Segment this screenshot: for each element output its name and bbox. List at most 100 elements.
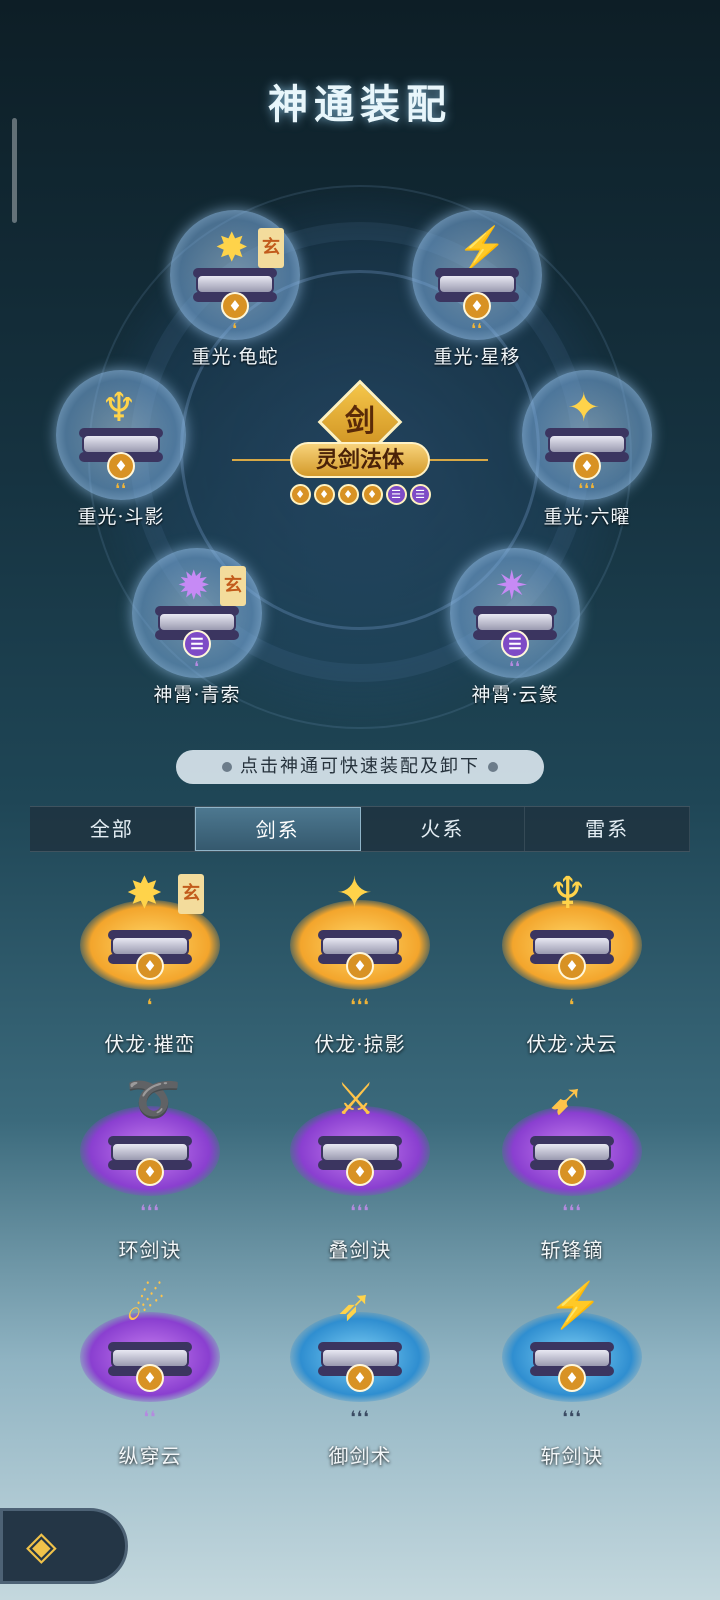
skill-effect-icon: ⚡ bbox=[457, 225, 507, 271]
grade-badge-icon: ☰ bbox=[501, 630, 529, 658]
power-drops: ❛ bbox=[194, 658, 200, 676]
power-drops: ❛❛ bbox=[143, 1408, 157, 1428]
tab-thunder[interactable]: 雷系 bbox=[525, 807, 690, 851]
power-drops: ❛❛ bbox=[509, 658, 521, 676]
center-badge-1-icon: ♦ bbox=[313, 484, 335, 505]
skill-effect-icon: ➹ bbox=[548, 1074, 585, 1125]
power-drops: ❛ bbox=[568, 996, 576, 1016]
skill-effect-icon: ⚡ bbox=[548, 1280, 603, 1331]
skill-effect-icon: ✦ bbox=[336, 868, 373, 919]
power-drops: ❛❛❛ bbox=[140, 1202, 160, 1222]
power-drops: ❛❛❛ bbox=[578, 480, 596, 498]
skill-effect-icon: ✸ bbox=[215, 225, 249, 271]
grade-badge-icon: ♦ bbox=[346, 1364, 374, 1392]
hint-dot-right-icon bbox=[488, 762, 498, 772]
scroll-icon bbox=[438, 274, 516, 294]
skill-effect-icon: ♆ bbox=[101, 385, 137, 431]
skill-effect-icon: ✹ bbox=[177, 563, 211, 609]
skill-effect-icon: ➰ bbox=[126, 1074, 181, 1125]
skill-label: 伏龙·决云 bbox=[526, 1032, 618, 1056]
skill-effect-icon: ♆ bbox=[548, 868, 588, 919]
grade-badge-icon: ♦ bbox=[346, 1158, 374, 1186]
skill-card-2[interactable]: ♆ ♦ ❛ 伏龙·决云 bbox=[482, 860, 662, 1060]
center-symbol: 剑 bbox=[345, 404, 375, 439]
power-drops: ❛❛❛ bbox=[350, 1408, 370, 1428]
grade-badge-icon: ☰ bbox=[183, 630, 211, 658]
wheel-slot-label: 神霄·青索 bbox=[153, 684, 241, 706]
center-ornament-right bbox=[428, 459, 488, 461]
skill-card-0[interactable]: ✸ ♦ ❛ 玄伏龙·摧峦 bbox=[60, 860, 240, 1060]
skill-label: 环剑诀 bbox=[118, 1238, 182, 1262]
hint-bar: 点击神通可快速装配及卸下 bbox=[176, 750, 544, 784]
element-tabs: 全部 剑系 火系 雷系 bbox=[30, 806, 690, 852]
skill-effect-icon: ✷ bbox=[495, 563, 529, 609]
grade-badge-icon: ♦ bbox=[221, 292, 249, 320]
scroll-icon bbox=[196, 274, 274, 294]
scroll-icon bbox=[476, 612, 554, 632]
scroll-icon bbox=[548, 434, 626, 454]
hint-dot-left-icon bbox=[222, 762, 232, 772]
skill-card-6[interactable]: ☄ ♦ ❛❛ 纵穿云 bbox=[60, 1272, 240, 1472]
body-type-name[interactable]: 灵剑法体 bbox=[290, 442, 430, 478]
power-drops: ❛❛❛ bbox=[350, 1202, 370, 1222]
grade-badge-icon: ♦ bbox=[558, 1158, 586, 1186]
power-drops: ❛❛❛ bbox=[350, 996, 370, 1016]
page-title: 神通装配 bbox=[268, 81, 452, 128]
grade-badge-icon: ♦ bbox=[107, 452, 135, 480]
back-button[interactable] bbox=[0, 1508, 128, 1584]
scroll-indicator[interactable] bbox=[12, 118, 17, 223]
center-badge-row: ♦ ♦ ♦ ♦ ☰ ☰ bbox=[286, 484, 434, 506]
grade-badge-icon: ♦ bbox=[573, 452, 601, 480]
skill-label: 斩剑诀 bbox=[540, 1444, 604, 1468]
power-drops: ❛ bbox=[146, 996, 154, 1016]
skill-effect-icon: ➶ bbox=[336, 1280, 373, 1331]
wheel-slot-label: 重光·星移 bbox=[433, 346, 521, 368]
center-badge-0-icon: ♦ bbox=[289, 484, 311, 505]
skill-effect-icon: ✦ bbox=[567, 385, 601, 431]
grade-badge-icon: ♦ bbox=[558, 952, 586, 980]
xuan-tag: 玄 bbox=[178, 874, 204, 914]
center-badge-3-icon: ♦ bbox=[361, 484, 383, 505]
wheel-slot-label: 重光·龟蛇 bbox=[191, 346, 279, 368]
wheel-slot-label: 重光·六曜 bbox=[543, 506, 631, 528]
hint-text: 点击神通可快速装配及卸下 bbox=[240, 756, 480, 777]
center-ornament-left bbox=[232, 459, 292, 461]
scroll-icon bbox=[158, 612, 236, 632]
wheel-slot-label: 神霄·云篆 bbox=[471, 684, 559, 706]
center-badge-5-icon: ☰ bbox=[409, 484, 431, 505]
grade-badge-icon: ♦ bbox=[558, 1364, 586, 1392]
skill-card-4[interactable]: ⚔ ♦ ❛❛❛ 叠剑诀 bbox=[270, 1066, 450, 1266]
skill-label: 纵穿云 bbox=[118, 1444, 182, 1468]
power-drops: ❛❛ bbox=[471, 320, 483, 338]
back-arrow-icon: ◈ bbox=[26, 1522, 57, 1569]
power-drops: ❛ bbox=[232, 320, 238, 338]
skill-label: 斩锋镝 bbox=[540, 1238, 604, 1262]
scroll-icon bbox=[82, 434, 160, 454]
power-drops: ❛❛❛ bbox=[562, 1202, 582, 1222]
skill-card-1[interactable]: ✦ ♦ ❛❛❛ 伏龙·掠影 bbox=[270, 860, 450, 1060]
tab-all[interactable]: 全部 bbox=[30, 807, 195, 851]
tab-sword[interactable]: 剑系 bbox=[194, 807, 361, 851]
xuan-tag: 玄 bbox=[258, 228, 284, 268]
grade-badge-icon: ♦ bbox=[136, 952, 164, 980]
power-drops: ❛❛ bbox=[115, 480, 127, 498]
skill-label: 叠剑诀 bbox=[328, 1238, 392, 1262]
skill-card-7[interactable]: ➶ ♦ ❛❛❛ 御剑术 bbox=[270, 1272, 450, 1472]
skill-card-5[interactable]: ➹ ♦ ❛❛❛ 斩锋镝 bbox=[482, 1066, 662, 1266]
grade-badge-icon: ♦ bbox=[346, 952, 374, 980]
grade-badge-icon: ♦ bbox=[463, 292, 491, 320]
grade-badge-icon: ♦ bbox=[136, 1364, 164, 1392]
skill-label: 伏龙·摧峦 bbox=[104, 1032, 196, 1056]
power-drops: ❛❛❛ bbox=[562, 1408, 582, 1428]
grade-badge-icon: ♦ bbox=[136, 1158, 164, 1186]
skill-label: 御剑术 bbox=[328, 1444, 392, 1468]
skill-effect-icon: ✸ bbox=[126, 868, 163, 919]
skill-effect-icon: ☄ bbox=[126, 1280, 166, 1331]
skill-card-3[interactable]: ➰ ♦ ❛❛❛ 环剑诀 bbox=[60, 1066, 240, 1266]
xuan-tag: 玄 bbox=[220, 566, 246, 606]
center-badge-2-icon: ♦ bbox=[337, 484, 359, 505]
skill-card-8[interactable]: ⚡ ♦ ❛❛❛ 斩剑诀 bbox=[482, 1272, 662, 1472]
tab-fire[interactable]: 火系 bbox=[361, 807, 526, 851]
wheel-slot-label: 重光·斗影 bbox=[77, 506, 165, 528]
skill-label: 伏龙·掠影 bbox=[314, 1032, 406, 1056]
